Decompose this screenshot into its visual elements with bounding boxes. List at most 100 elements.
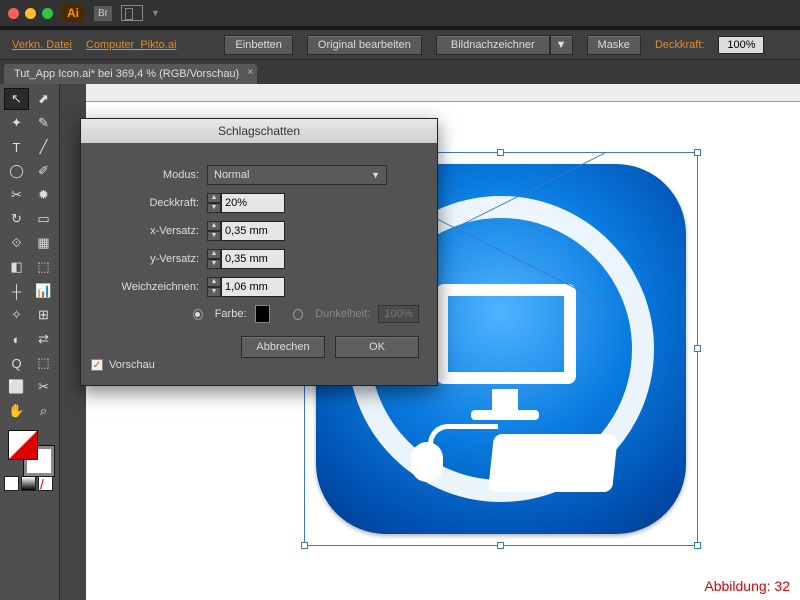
tool-8[interactable]: ✂ (4, 184, 29, 206)
handle-bot-left[interactable] (301, 542, 308, 549)
toolbox: ↖⬈✦✎T╱◯✐✂✹↻▭⟐▦◧⬚┼📊✧⊞◐⇄Q⬚⬜✂✋⌕ / (0, 84, 60, 600)
tool-18[interactable]: ✧ (4, 304, 29, 326)
os-titlebar: Ai Br ▼ (0, 0, 800, 26)
document-tab[interactable]: Tut_App Icon.ai* bei 369,4 % (RGB/Vorsch… (4, 64, 257, 84)
blur-spinner[interactable]: ▲▼ (207, 277, 285, 297)
fill-stroke-swatches[interactable] (4, 428, 55, 476)
color-mode-icon[interactable] (4, 476, 19, 491)
tool-3[interactable]: ✎ (31, 112, 56, 134)
x-offset-input[interactable] (221, 221, 285, 241)
control-bar: Verkn. Datei Computer_Pikto.ai Einbetten… (0, 30, 800, 60)
blur-input[interactable] (221, 277, 285, 297)
preview-label: Vorschau (109, 359, 155, 371)
bridge-badge[interactable]: Br (93, 5, 113, 22)
x-offset-spinner[interactable]: ▲▼ (207, 221, 285, 241)
handle-bot-mid[interactable] (497, 542, 504, 549)
tool-11[interactable]: ▭ (31, 208, 56, 230)
tool-1[interactable]: ⬈ (31, 88, 56, 110)
color-radio[interactable] (193, 309, 203, 320)
embed-button[interactable]: Einbetten (224, 35, 292, 55)
cancel-button[interactable]: Abbrechen (241, 336, 325, 358)
image-trace-button[interactable]: Bildnachzeichner (436, 35, 550, 55)
handle-mid-right[interactable] (694, 345, 701, 352)
tool-21[interactable]: ⇄ (31, 328, 56, 350)
y-offset-input[interactable] (221, 249, 285, 269)
minimize-window-icon[interactable] (25, 8, 36, 19)
tool-0[interactable]: ↖ (4, 88, 29, 110)
none-mode-icon[interactable]: / (38, 476, 53, 491)
tool-20[interactable]: ◐ (4, 328, 29, 350)
close-window-icon[interactable] (8, 8, 19, 19)
tool-7[interactable]: ✐ (31, 160, 56, 182)
app-badge: Ai (61, 3, 85, 23)
opacity-label: Deckkraft: (655, 39, 705, 51)
tool-25[interactable]: ✂ (31, 376, 56, 398)
handle-bot-right[interactable] (694, 542, 701, 549)
tool-4[interactable]: T (4, 136, 29, 158)
chevron-down-icon[interactable]: ▼ (151, 8, 160, 18)
tool-15[interactable]: ⬚ (31, 256, 56, 278)
image-trace-dropdown[interactable]: Bildnachzeichner ▼ (436, 35, 573, 55)
spin-up-icon[interactable]: ▲ (207, 193, 221, 203)
x-offset-label: x-Versatz: (91, 225, 199, 237)
dialog-title: Schlagschatten (81, 119, 437, 143)
ok-button[interactable]: OK (335, 336, 419, 358)
opacity-spinner[interactable]: ▲▼ (207, 193, 285, 213)
tool-2[interactable]: ✦ (4, 112, 29, 134)
spin-up-icon[interactable]: ▲ (207, 277, 221, 287)
linked-file-name[interactable]: Computer_Pikto.ai (86, 39, 177, 51)
shadow-color-swatch[interactable] (255, 305, 271, 323)
spin-down-icon[interactable]: ▼ (207, 287, 221, 297)
spin-down-icon[interactable]: ▼ (207, 203, 221, 213)
dialog-opacity-label: Deckkraft: (91, 197, 199, 209)
close-tab-icon[interactable]: × (247, 67, 253, 78)
edit-original-button[interactable]: Original bearbeiten (307, 35, 422, 55)
mode-label: Modus: (91, 169, 199, 181)
drop-shadow-dialog: Schlagschatten Modus: Normal ▼ Deckkraft… (80, 118, 438, 386)
tool-27[interactable]: ⌕ (31, 400, 56, 422)
tool-10[interactable]: ↻ (4, 208, 29, 230)
tool-19[interactable]: ⊞ (31, 304, 56, 326)
dialog-opacity-input[interactable] (221, 193, 285, 213)
tool-26[interactable]: ✋ (4, 400, 29, 422)
tool-24[interactable]: ⬜ (4, 376, 29, 398)
document-tab-title: Tut_App Icon.ai* bei 369,4 % (RGB/Vorsch… (14, 68, 239, 80)
handle-top-right[interactable] (694, 149, 701, 156)
spin-down-icon[interactable]: ▼ (207, 259, 221, 269)
handle-top-mid[interactable] (497, 149, 504, 156)
mode-dropdown[interactable]: Normal ▼ (207, 165, 387, 185)
mode-value: Normal (214, 169, 249, 181)
document-tab-bar: Tut_App Icon.ai* bei 369,4 % (RGB/Vorsch… (0, 60, 800, 84)
spin-down-icon[interactable]: ▼ (207, 231, 221, 241)
gradient-mode-icon[interactable] (21, 476, 36, 491)
darkness-radio[interactable] (293, 309, 303, 320)
tool-12[interactable]: ⟐ (4, 232, 29, 254)
preview-checkbox[interactable]: ✓ (91, 359, 103, 371)
tool-22[interactable]: Q (4, 352, 29, 374)
y-offset-spinner[interactable]: ▲▼ (207, 249, 285, 269)
panel-layout-icon[interactable] (121, 5, 143, 21)
opacity-input[interactable] (718, 36, 764, 54)
tool-14[interactable]: ◧ (4, 256, 29, 278)
linked-file-label[interactable]: Verkn. Datei (12, 39, 72, 51)
tool-23[interactable]: ⬚ (31, 352, 56, 374)
figure-label: Abbildung: 32 (704, 578, 790, 594)
spin-up-icon[interactable]: ▲ (207, 221, 221, 231)
tool-6[interactable]: ◯ (4, 160, 29, 182)
tool-17[interactable]: 📊 (31, 280, 56, 302)
chevron-down-icon[interactable]: ▼ (550, 35, 573, 55)
tool-16[interactable]: ┼ (4, 280, 29, 302)
color-radio-label: Farbe: (215, 308, 247, 320)
blur-label: Weichzeichnen: (91, 281, 199, 293)
mask-button[interactable]: Maske (587, 35, 641, 55)
tool-9[interactable]: ✹ (31, 184, 56, 206)
darkness-radio-label: Dunkelheit: (315, 308, 370, 320)
tool-13[interactable]: ▦ (31, 232, 56, 254)
y-offset-label: y-Versatz: (91, 253, 199, 265)
ruler-horizontal (86, 84, 800, 102)
fill-swatch[interactable] (8, 430, 38, 460)
tool-5[interactable]: ╱ (31, 136, 56, 158)
darkness-input: 100% (378, 305, 419, 323)
spin-up-icon[interactable]: ▲ (207, 249, 221, 259)
zoom-window-icon[interactable] (42, 8, 53, 19)
